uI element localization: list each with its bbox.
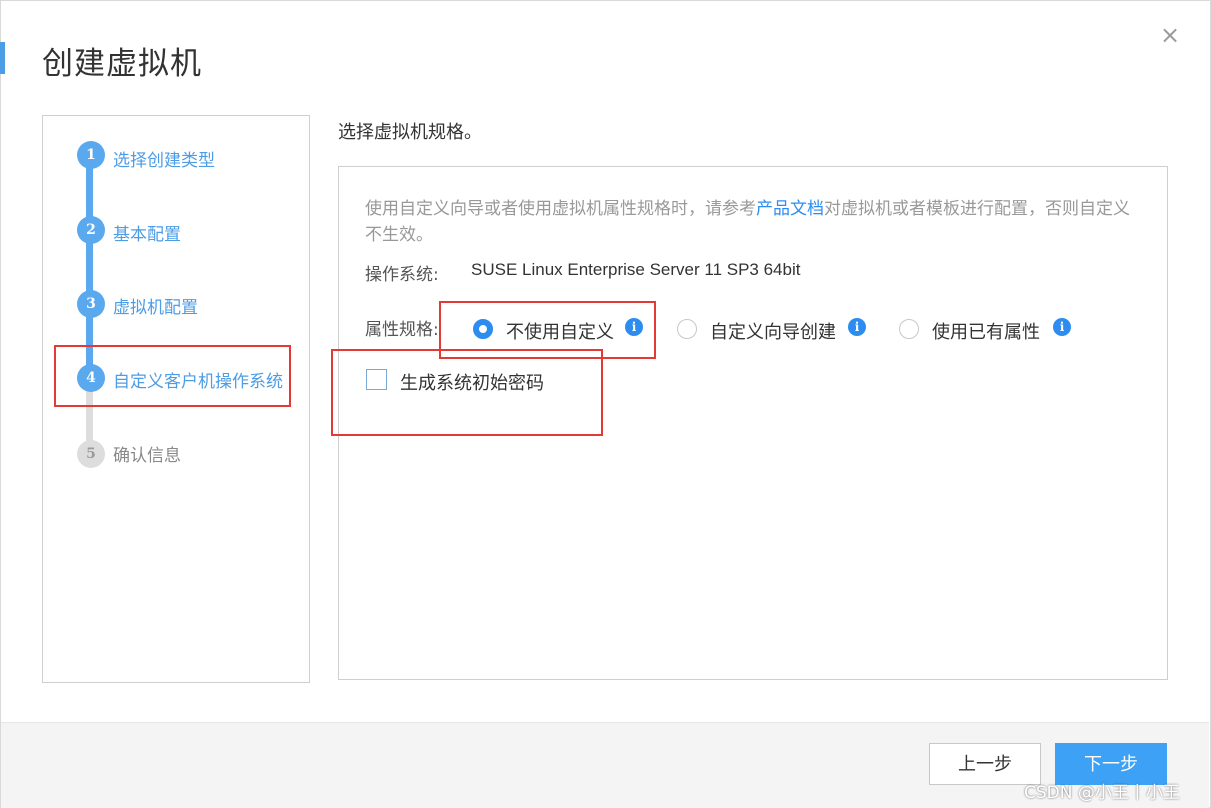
radio-custom-wizard-label[interactable]: 自定义向导创建 [710, 318, 836, 344]
step-5-label: 确认信息 [113, 446, 181, 466]
os-value: SUSE Linux Enterprise Server 11 SP3 64bi… [471, 260, 801, 279]
step-2-label[interactable]: 基本配置 [113, 220, 181, 245]
radio-existing-attributes[interactable] [899, 319, 919, 339]
highlight-box-step4 [54, 345, 291, 407]
watermark: CSDN @小王丨小王 [1024, 783, 1180, 803]
step-1-label[interactable]: 选择创建类型 [113, 146, 215, 171]
step-3-number: 3 [77, 290, 105, 318]
spec-label: 属性规格: [365, 320, 439, 340]
info-icon[interactable]: i [848, 318, 866, 336]
step-5-number: 5 [77, 440, 105, 468]
step-3-label[interactable]: 虚拟机配置 [113, 293, 198, 318]
dialog-title: 创建虚拟机 [42, 46, 202, 82]
hint-text-before: 使用自定义向导或者使用虚拟机属性规格时，请参考 [365, 199, 756, 219]
radio-existing-attributes-label[interactable]: 使用已有属性 [932, 318, 1040, 344]
product-docs-link[interactable]: 产品文档 [756, 199, 824, 219]
create-vm-dialog: 创建虚拟机 × 1 选择创建类型 2 基本配置 3 虚拟机配置 4 自定义客户机… [0, 0, 1211, 808]
step-2-number: 2 [77, 216, 105, 244]
title-accent-bar [0, 42, 5, 74]
content-heading: 选择虚拟机规格。 [338, 122, 482, 143]
step-1-number: 1 [77, 141, 105, 169]
os-label: 操作系统: [365, 265, 439, 285]
highlight-box-checkbox [331, 349, 603, 436]
info-icon[interactable]: i [1053, 318, 1071, 336]
hint-text: 使用自定义向导或者使用虚拟机属性规格时，请参考产品文档对虚拟机或者模板进行配置，… [365, 196, 1145, 248]
close-icon[interactable]: × [1160, 22, 1180, 48]
radio-custom-wizard[interactable] [677, 319, 697, 339]
